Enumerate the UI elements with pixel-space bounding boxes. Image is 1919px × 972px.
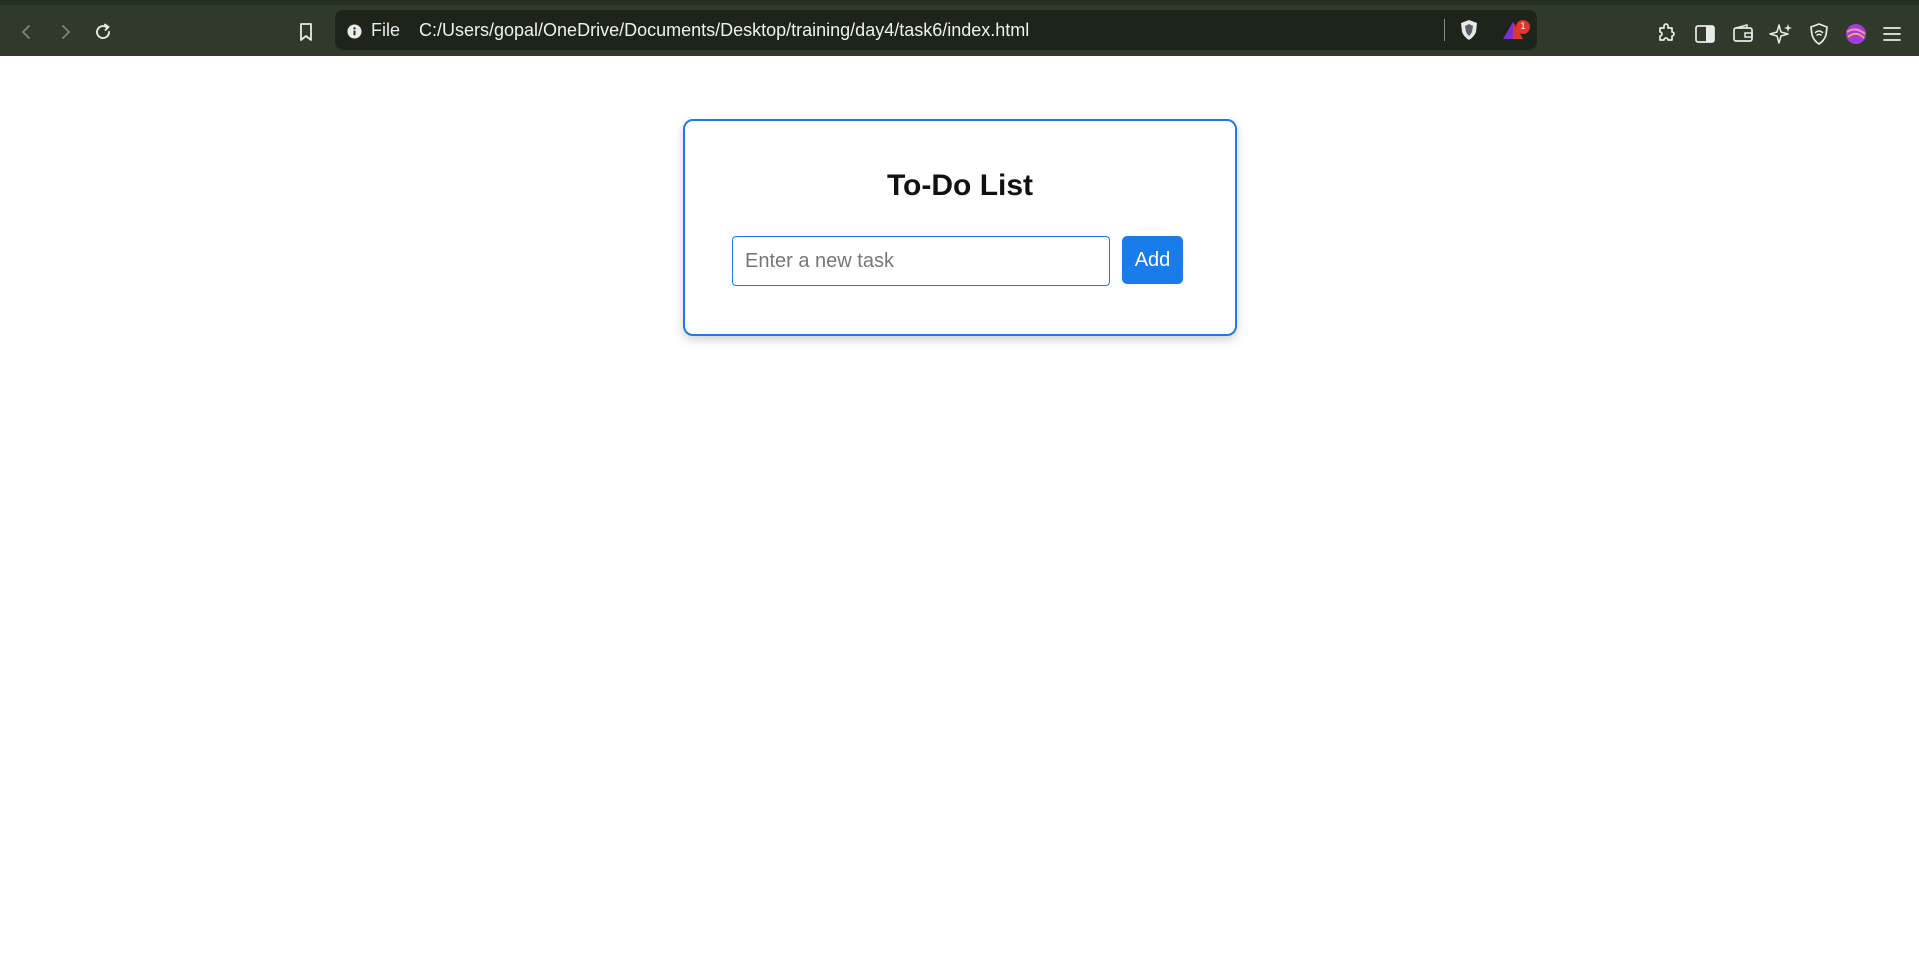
reload-button[interactable]	[88, 17, 118, 47]
forward-button[interactable]	[50, 17, 80, 47]
browser-toolbar: File C:/Users/gopal/OneDrive/Documents/D…	[0, 0, 1919, 56]
forward-icon	[62, 25, 71, 39]
address-bar[interactable]: File C:/Users/gopal/OneDrive/Documents/D…	[335, 10, 1537, 50]
bookmark-icon	[300, 23, 312, 41]
vpn-icon[interactable]	[1807, 22, 1831, 46]
page-title: To-Do List	[886, 169, 1034, 202]
url-text[interactable]: C:/Users/gopal/OneDrive/Documents/Deskto…	[419, 20, 1029, 41]
profile-icon[interactable]	[1844, 22, 1868, 46]
brave-shield-icon[interactable]	[1458, 19, 1480, 41]
extensions-icon[interactable]	[1655, 22, 1679, 46]
reload-icon	[96, 23, 110, 39]
back-button[interactable]	[12, 17, 42, 47]
notification-badge: 1	[1516, 20, 1530, 34]
leo-ai-icon[interactable]	[1769, 22, 1793, 46]
sidebar-icon[interactable]	[1693, 22, 1717, 46]
back-icon	[21, 25, 30, 39]
task-input[interactable]	[732, 236, 1110, 286]
bookmark-button[interactable]	[291, 17, 321, 47]
wallet-icon[interactable]	[1731, 22, 1755, 46]
menu-icon[interactable]	[1880, 22, 1904, 46]
add-task-button[interactable]: Add	[1122, 236, 1183, 284]
url-divider	[1444, 19, 1445, 41]
info-icon[interactable]	[347, 24, 362, 39]
site-info-label[interactable]: File	[371, 20, 400, 41]
todo-card: To-Do List Add	[683, 119, 1237, 336]
